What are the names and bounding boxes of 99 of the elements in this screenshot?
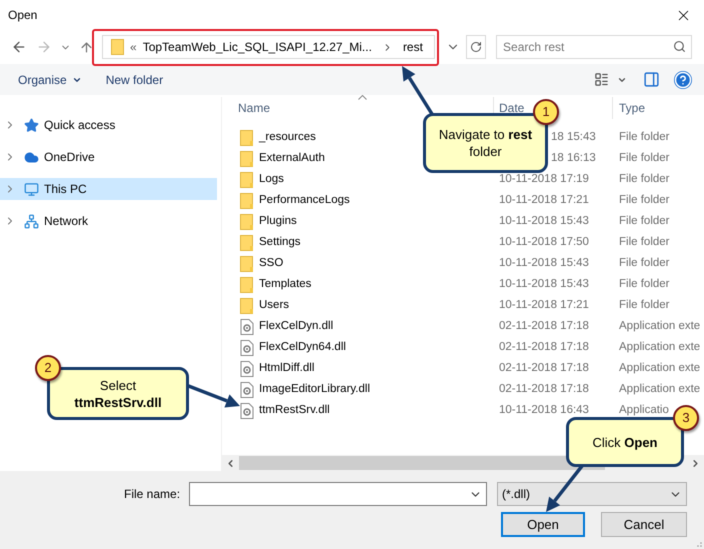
date-text: 10-11-2018 16:43 <box>499 404 589 416</box>
search-icon <box>673 40 686 53</box>
help-icon <box>674 70 692 88</box>
folder-icon <box>240 276 254 292</box>
date-text: 02-11-2018 17:18 <box>499 382 589 395</box>
folder-icon <box>240 234 254 250</box>
new-folder-button[interactable]: New folder <box>106 70 164 88</box>
file-name[interactable]: PerformanceLogs <box>259 192 350 210</box>
date-text: 02-11-2018 17:18 <box>499 362 589 374</box>
type-text: File folder <box>619 194 670 206</box>
type-text: File folder <box>619 256 670 269</box>
column-header[interactable]: Name <box>238 99 270 117</box>
overflow-chevron[interactable]: « <box>130 38 137 56</box>
file-name[interactable]: Users <box>259 296 290 314</box>
file-name-label: File name: <box>124 486 182 503</box>
arrow-left-icon <box>10 39 27 55</box>
refresh-button[interactable] <box>466 35 486 59</box>
type-text: File folder <box>619 172 670 185</box>
file-name[interactable]: Plugins <box>259 212 297 230</box>
date-text: 02-11-2018 17:18 <box>499 320 589 332</box>
file-name[interactable]: HtmlDiff.dll <box>259 360 314 378</box>
monitor-icon <box>24 182 39 196</box>
file-name[interactable]: ImageEditorLibrary.dll <box>259 380 370 398</box>
address-bar[interactable]: « TopTeamWeb_Lic_SQL_ISAPI_12.27_Mi... rest <box>102 35 435 59</box>
organise-menu-button[interactable]: Organise <box>18 70 82 88</box>
date-text: 10-11-2018 17:50 <box>499 236 589 248</box>
column-header[interactable]: Type <box>619 99 646 117</box>
cancel-button[interactable]: Cancel <box>601 512 687 537</box>
file-name[interactable]: ttmRestSrv.dll <box>259 402 330 420</box>
resize-grip-icon <box>696 541 702 547</box>
step-number-badge: 1 <box>533 99 559 125</box>
file-type-dropdown[interactable]: (*.dll) <box>497 482 687 506</box>
sidebar-item[interactable]: This PC <box>0 178 217 200</box>
folder-icon <box>240 214 254 230</box>
date-text: 10-11-2018 17:21 <box>499 194 589 206</box>
star-icon <box>24 118 39 132</box>
gear-file-icon <box>240 360 254 376</box>
type-text: File folder <box>619 152 670 164</box>
search-field[interactable]: Search rest <box>496 35 692 59</box>
folder-icon <box>240 192 254 208</box>
file-name[interactable]: FlexCelDyn.dll <box>259 318 334 336</box>
file-name[interactable]: FlexCelDyn64.dll <box>259 338 346 356</box>
type-text: Application exte <box>619 362 700 374</box>
type-text: Application exte <box>619 320 700 332</box>
folder-icon <box>240 130 254 146</box>
gear-file-icon <box>240 402 254 418</box>
sort-caret-icon <box>358 95 367 100</box>
type-text: File folder <box>619 278 670 290</box>
file-name[interactable]: Settings <box>259 234 301 252</box>
help-button[interactable] <box>674 70 692 88</box>
window-title: Open <box>8 7 38 24</box>
type-text: Application exte <box>619 340 700 353</box>
date-text: 10-11-2018 17:21 <box>499 298 589 311</box>
date-text: 10-11-2018 15:43 <box>499 278 589 290</box>
folder-icon <box>240 150 254 166</box>
file-name[interactable]: SSO <box>259 254 284 272</box>
sidebar-item[interactable]: Quick access <box>0 114 217 136</box>
file-name[interactable]: Logs <box>259 170 284 188</box>
step-number-badge: 2 <box>35 355 61 381</box>
file-name[interactable]: ExternalAuth <box>259 150 325 168</box>
list-view-icon <box>594 72 609 87</box>
breadcrumb[interactable]: rest <box>402 38 423 56</box>
panel-icon <box>643 71 660 88</box>
refresh-icon <box>470 41 482 53</box>
file-name[interactable]: Templates <box>259 276 312 294</box>
gear-file-icon <box>240 318 254 334</box>
scrollbar-thumb[interactable] <box>239 456 605 470</box>
preview-pane-button[interactable] <box>643 71 660 88</box>
callout: Click Open <box>566 417 684 467</box>
folder-icon <box>240 256 254 272</box>
cloud-icon <box>24 150 39 164</box>
type-text: Applicatio <box>619 404 669 416</box>
date-text: 18 16:13 <box>551 152 596 164</box>
date-text: 18 15:43 <box>551 130 596 143</box>
folder-icon <box>111 39 124 55</box>
date-text: 02-11-2018 17:18 <box>499 340 589 353</box>
arrow <box>546 464 584 512</box>
file-name-field[interactable] <box>189 482 487 506</box>
date-text: 10-11-2018 17:19 <box>499 172 589 185</box>
open-button[interactable]: Open <box>501 512 585 537</box>
sidebar-item[interactable]: OneDrive <box>0 146 217 168</box>
gear-file-icon <box>240 382 254 398</box>
type-text: File folder <box>619 298 670 311</box>
folder-icon <box>240 172 254 188</box>
step-number-badge: 3 <box>673 405 699 431</box>
gear-file-icon <box>240 340 254 356</box>
date-text: 10-11-2018 15:43 <box>499 256 589 269</box>
type-text: File folder <box>619 130 670 143</box>
network-icon <box>24 214 39 228</box>
type-text: File folder <box>619 214 670 227</box>
breadcrumb[interactable]: TopTeamWeb_Lic_SQL_ISAPI_12.27_Mi... <box>142 38 372 56</box>
sidebar-item[interactable]: Network <box>0 210 217 232</box>
folder-icon <box>240 298 254 314</box>
type-text: File folder <box>619 236 670 248</box>
file-name[interactable]: _resources <box>259 128 316 146</box>
date-text: 10-11-2018 15:43 <box>499 214 589 227</box>
type-text: Application exte <box>619 382 700 395</box>
view-options-button[interactable] <box>594 72 627 87</box>
arrow <box>402 66 434 115</box>
